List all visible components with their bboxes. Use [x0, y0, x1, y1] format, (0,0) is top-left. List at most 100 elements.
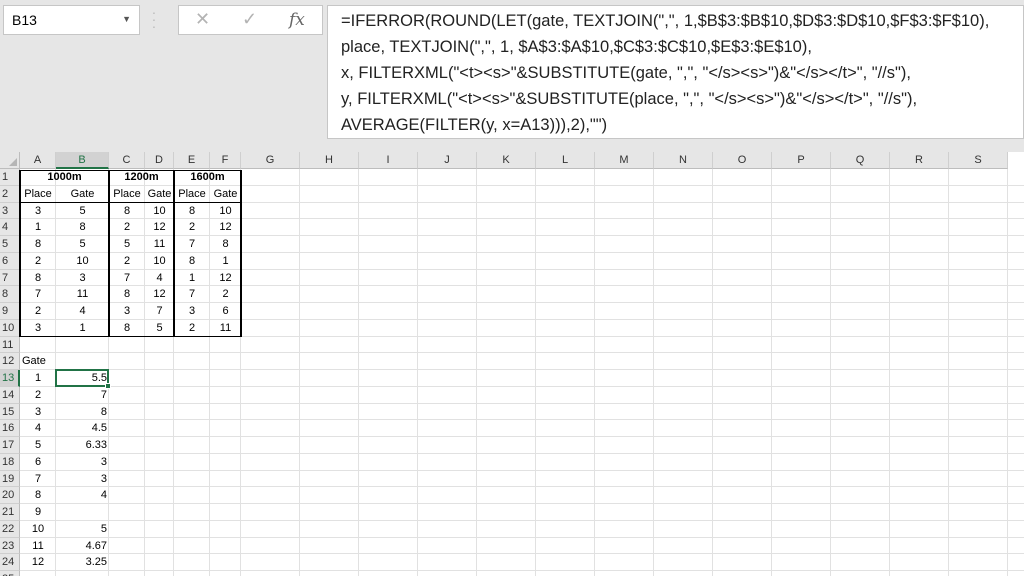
distance-header[interactable]: 1600m — [174, 169, 241, 186]
column-header-n[interactable]: N — [654, 152, 713, 169]
row-header-8[interactable]: 8 — [0, 286, 20, 303]
row-header-14[interactable]: 14 — [0, 386, 20, 404]
formula-input[interactable]: =IFERROR(ROUND(LET(gate, TEXTJOIN(",", 1… — [327, 5, 1024, 139]
table-cell[interactable]: 3 — [20, 203, 56, 220]
row-header-15[interactable]: 15 — [0, 403, 20, 421]
column-header-p[interactable]: P — [772, 152, 831, 169]
average-place-cell[interactable]: 5 — [56, 521, 109, 538]
table-cell[interactable]: 7 — [109, 270, 145, 287]
table-cell[interactable]: 8 — [56, 219, 109, 236]
gate-number-cell[interactable]: 1 — [20, 370, 56, 387]
table-cell[interactable]: 2 — [109, 219, 145, 236]
gate-number-cell[interactable]: 7 — [20, 471, 56, 488]
column-header-e[interactable]: E — [174, 152, 210, 169]
column-header-i[interactable]: I — [359, 152, 418, 169]
row-header-11[interactable]: 11 — [0, 336, 20, 354]
row-header-10[interactable]: 10 — [0, 319, 20, 337]
column-header-q[interactable]: Q — [831, 152, 890, 169]
column-header-h[interactable]: H — [300, 152, 359, 169]
table-cell[interactable]: 8 — [20, 236, 56, 253]
average-place-cell[interactable]: 4 — [56, 487, 109, 504]
table-cell[interactable]: 7 — [174, 286, 210, 303]
row-header-22[interactable]: 22 — [0, 520, 20, 538]
row-header-7[interactable]: 7 — [0, 269, 20, 287]
column-header-m[interactable]: M — [595, 152, 654, 169]
column-header-k[interactable]: K — [477, 152, 536, 169]
distance-header[interactable]: 1000m — [20, 169, 109, 186]
gate-number-cell[interactable]: 10 — [20, 521, 56, 538]
table-cell[interactable]: 10 — [145, 253, 174, 270]
table-cell[interactable]: 8 — [109, 286, 145, 303]
row-header-5[interactable]: 5 — [0, 236, 20, 253]
table-cell[interactable]: 12 — [145, 219, 174, 236]
gate-number-cell[interactable]: 6 — [20, 454, 56, 471]
summary-header[interactable]: Gate — [20, 353, 56, 370]
gate-number-cell[interactable]: 2 — [20, 387, 56, 404]
column-header-j[interactable]: J — [418, 152, 477, 169]
gate-number-cell[interactable]: 8 — [20, 487, 56, 504]
column-header-b[interactable]: B — [56, 152, 109, 169]
column-header-a[interactable]: A — [20, 152, 56, 169]
name-box[interactable]: B13 ▼ — [3, 5, 140, 35]
row-header-6[interactable]: 6 — [0, 252, 20, 270]
fx-icon[interactable]: fx — [289, 10, 305, 30]
table-cell[interactable]: 12 — [210, 270, 241, 287]
average-place-cell[interactable] — [56, 504, 109, 521]
table-cell[interactable]: 8 — [210, 236, 241, 253]
column-header-s[interactable]: S — [949, 152, 1008, 169]
average-place-cell[interactable]: 3 — [56, 454, 109, 471]
row-header-16[interactable]: 16 — [0, 420, 20, 437]
row-header-18[interactable]: 18 — [0, 453, 20, 471]
table-cell[interactable]: 12 — [145, 286, 174, 303]
average-place-cell[interactable]: 7 — [56, 387, 109, 404]
table-cell[interactable]: 11 — [56, 286, 109, 303]
table-cell[interactable]: 1 — [56, 320, 109, 337]
row-header-1[interactable]: 1 — [0, 169, 20, 186]
row-header-17[interactable]: 17 — [0, 437, 20, 454]
gate-number-cell[interactable]: 3 — [20, 404, 56, 421]
table-cell[interactable]: 1 — [20, 219, 56, 236]
table-cell[interactable]: 7 — [174, 236, 210, 253]
sub-header[interactable]: Gate — [210, 186, 241, 203]
row-header-21[interactable]: 21 — [0, 504, 20, 521]
column-header-r[interactable]: R — [890, 152, 949, 169]
fill-handle[interactable] — [105, 382, 111, 389]
average-place-cell[interactable]: 3 — [56, 471, 109, 488]
table-cell[interactable]: 12 — [210, 219, 241, 236]
sub-header[interactable]: Place — [20, 186, 56, 203]
row-header-24[interactable]: 24 — [0, 554, 20, 571]
column-header-l[interactable]: L — [536, 152, 595, 169]
average-place-cell[interactable]: 8 — [56, 404, 109, 421]
select-all-button[interactable] — [0, 152, 20, 169]
row-header-20[interactable]: 20 — [0, 487, 20, 504]
table-cell[interactable]: 5 — [56, 203, 109, 220]
table-cell[interactable]: 8 — [20, 270, 56, 287]
table-cell[interactable]: 10 — [56, 253, 109, 270]
spreadsheet-grid[interactable]: A B C D E F G H I J K L M N O P Q R S 1 2 3 4 5 6 7 8 9 10 11 12 13 14 15… — [0, 152, 1024, 576]
row-header-3[interactable]: 3 — [0, 202, 20, 220]
average-place-cell[interactable]: 6.33 — [56, 437, 109, 454]
row-header-19[interactable]: 19 — [0, 470, 20, 488]
gate-number-cell[interactable]: 11 — [20, 538, 56, 555]
table-cell[interactable]: 10 — [210, 203, 241, 220]
table-cell[interactable]: 8 — [174, 203, 210, 220]
row-header-13[interactable]: 13 — [0, 370, 20, 387]
table-cell[interactable]: 7 — [145, 303, 174, 320]
drag-handle-icon[interactable]: · · · — [150, 5, 158, 33]
sub-header[interactable]: Gate — [56, 186, 109, 203]
table-cell[interactable]: 7 — [20, 286, 56, 303]
table-cell[interactable]: 3 — [20, 320, 56, 337]
distance-header[interactable]: 1200m — [109, 169, 174, 186]
average-place-cell[interactable]: 4.5 — [56, 420, 109, 437]
sub-header[interactable]: Place — [109, 186, 145, 203]
table-cell[interactable]: 6 — [210, 303, 241, 320]
enter-check-icon[interactable]: ✓ — [242, 9, 257, 30]
row-header-23[interactable]: 23 — [0, 537, 20, 555]
table-cell[interactable]: 2 — [109, 253, 145, 270]
table-cell[interactable]: 4 — [145, 270, 174, 287]
table-cell[interactable]: 5 — [109, 236, 145, 253]
table-cell[interactable]: 11 — [210, 320, 241, 337]
row-header-4[interactable]: 4 — [0, 219, 20, 236]
table-cell[interactable]: 5 — [56, 236, 109, 253]
column-header-d[interactable]: D — [145, 152, 174, 169]
